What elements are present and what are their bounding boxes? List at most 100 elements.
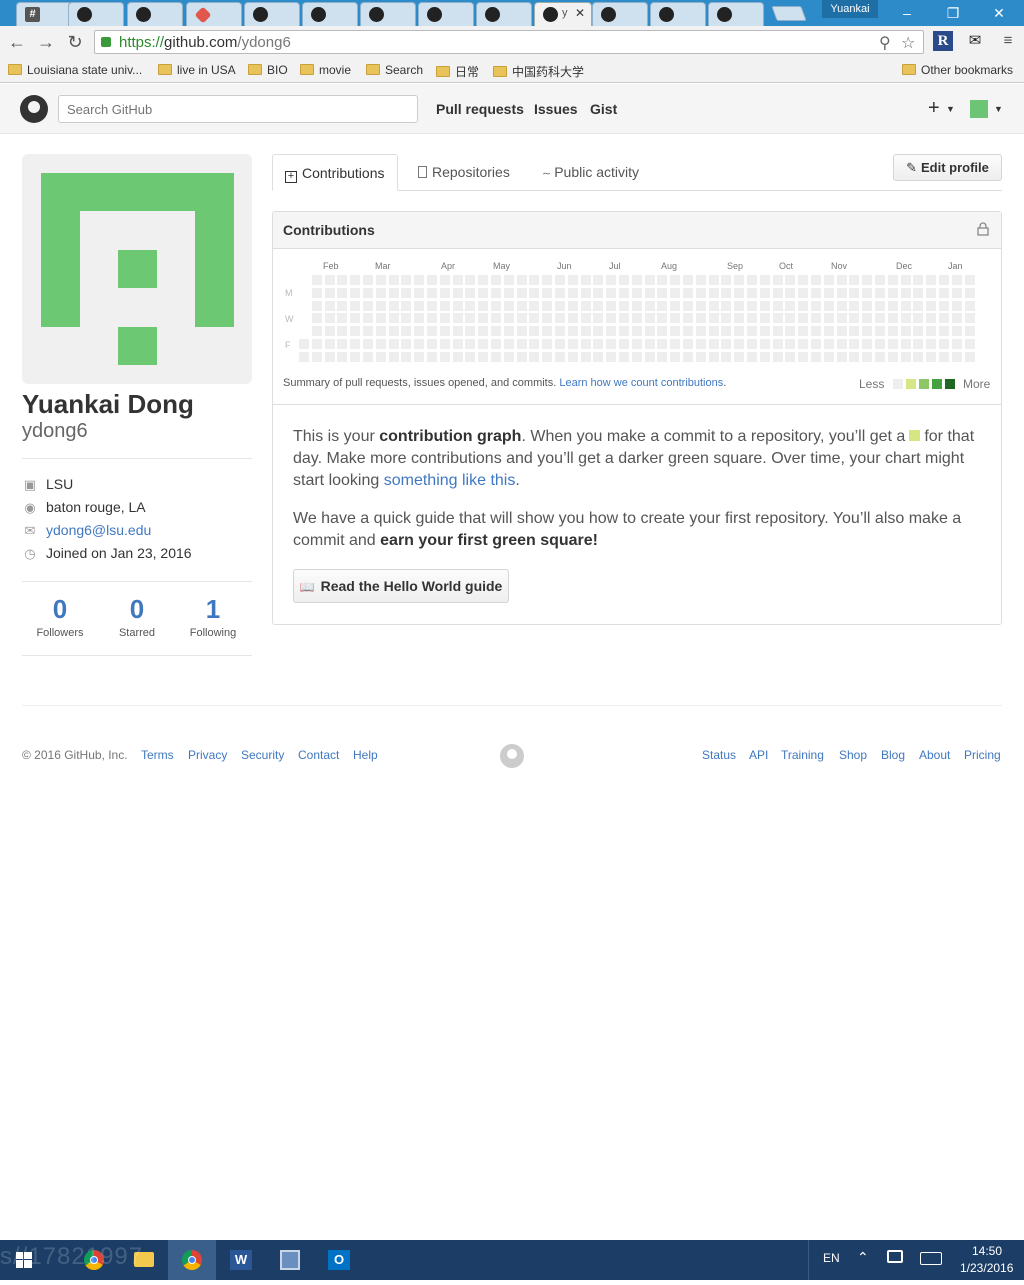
contribution-day-cell[interactable] (452, 300, 463, 311)
contribution-day-cell[interactable] (452, 287, 463, 298)
contribution-day-cell[interactable] (708, 300, 719, 311)
contribution-day-cell[interactable] (683, 275, 693, 285)
contribution-day-cell[interactable] (388, 351, 399, 362)
contribution-day-cell[interactable] (939, 275, 949, 285)
contribution-day-cell[interactable] (721, 313, 732, 324)
browser-tab[interactable] (244, 2, 300, 26)
new-tab-button[interactable] (771, 6, 807, 21)
contribution-day-cell[interactable] (875, 326, 885, 337)
contribution-day-cell[interactable] (427, 351, 437, 362)
contribution-day-cell[interactable] (619, 275, 629, 285)
contribution-day-cell[interactable] (823, 339, 834, 349)
contribution-day-cell[interactable] (964, 275, 975, 285)
contribution-day-cell[interactable] (427, 275, 437, 285)
contribution-day-cell[interactable] (772, 326, 783, 337)
contribution-day-cell[interactable] (593, 287, 604, 298)
contribution-day-cell[interactable] (708, 275, 719, 285)
contribution-day-cell[interactable] (452, 326, 463, 337)
contribution-day-cell[interactable] (516, 275, 527, 285)
contribution-day-cell[interactable] (324, 287, 335, 298)
contribution-day-cell[interactable] (452, 275, 463, 285)
contribution-day-cell[interactable] (311, 313, 322, 324)
contribution-day-cell[interactable] (414, 351, 425, 362)
contribution-day-cell[interactable] (836, 351, 847, 362)
contribution-day-cell[interactable] (427, 326, 437, 337)
contribution-day-cell[interactable] (478, 300, 489, 311)
contribution-day-cell[interactable] (849, 287, 860, 298)
contribution-day-cell[interactable] (670, 287, 681, 298)
contribution-day-cell[interactable] (388, 313, 399, 324)
contribution-day-cell[interactable] (875, 339, 885, 349)
contribution-day-cell[interactable] (593, 313, 604, 324)
contribution-day-cell[interactable] (759, 300, 770, 311)
contribution-day-cell[interactable] (644, 351, 655, 362)
contribution-day-cell[interactable] (644, 326, 655, 337)
contribution-day-cell[interactable] (964, 351, 975, 362)
lock-icon[interactable] (977, 222, 989, 236)
contribution-day-cell[interactable] (939, 326, 949, 337)
contribution-day-cell[interactable] (759, 351, 770, 362)
browser-tab[interactable] (68, 2, 124, 26)
contribution-day-cell[interactable] (670, 275, 681, 285)
contribution-day-cell[interactable] (734, 275, 745, 285)
contribution-day-cell[interactable] (734, 351, 745, 362)
footer-link-terms[interactable]: Terms (141, 748, 174, 762)
contribution-day-cell[interactable] (721, 351, 732, 362)
contribution-day-cell[interactable] (388, 287, 399, 298)
chevron-up-icon[interactable]: ⌃ (857, 1249, 869, 1266)
contribution-day-cell[interactable] (964, 339, 975, 349)
contribution-day-cell[interactable] (708, 287, 719, 298)
hello-world-guide-button[interactable]: 📖 Read the Hello World guide (293, 569, 509, 603)
contribution-day-cell[interactable] (964, 326, 975, 337)
contribution-day-cell[interactable] (427, 300, 437, 311)
contribution-day-cell[interactable] (862, 339, 873, 349)
contribution-day-cell[interactable] (657, 339, 668, 349)
contribution-day-cell[interactable] (951, 339, 962, 349)
contribution-day-cell[interactable] (606, 300, 617, 311)
contribution-day-cell[interactable] (567, 275, 578, 285)
contribution-day-cell[interactable] (887, 275, 898, 285)
contribution-day-cell[interactable] (580, 275, 591, 285)
contribution-day-cell[interactable] (529, 351, 540, 362)
contribution-day-cell[interactable] (670, 351, 681, 362)
contribution-day-cell[interactable] (683, 313, 693, 324)
contribution-day-cell[interactable] (772, 300, 783, 311)
contribution-day-cell[interactable] (350, 313, 361, 324)
browser-tab[interactable] (650, 2, 706, 26)
footer-link-api[interactable]: API (749, 748, 768, 762)
contribution-day-cell[interactable] (401, 275, 412, 285)
contribution-day-cell[interactable] (657, 313, 668, 324)
contribution-day-cell[interactable] (324, 300, 335, 311)
contribution-day-cell[interactable] (414, 313, 425, 324)
contribution-day-cell[interactable] (721, 326, 732, 337)
contribution-day-cell[interactable] (363, 275, 373, 285)
contribution-day-cell[interactable] (683, 351, 693, 362)
contribution-day-cell[interactable] (900, 275, 911, 285)
contribution-day-cell[interactable] (939, 313, 949, 324)
contribution-day-cell[interactable] (542, 313, 553, 324)
chrome-menu-icon[interactable]: ≡ (998, 31, 1018, 51)
contribution-day-cell[interactable] (862, 300, 873, 311)
following-stat[interactable]: 1 Following (178, 594, 248, 639)
contribution-day-cell[interactable] (836, 326, 847, 337)
contribution-day-cell[interactable] (388, 300, 399, 311)
contribution-day-cell[interactable] (708, 313, 719, 324)
contribution-day-cell[interactable] (427, 339, 437, 349)
contribution-day-cell[interactable] (580, 287, 591, 298)
contribution-day-cell[interactable] (644, 339, 655, 349)
contribution-day-cell[interactable] (555, 313, 565, 324)
contribution-day-cell[interactable] (311, 300, 322, 311)
contribution-day-cell[interactable] (708, 351, 719, 362)
footer-link-shop[interactable]: Shop (839, 748, 867, 762)
contribution-day-cell[interactable] (363, 300, 373, 311)
contribution-day-cell[interactable] (721, 287, 732, 298)
browser-tab[interactable] (708, 2, 764, 26)
contribution-day-cell[interactable] (939, 351, 949, 362)
contribution-day-cell[interactable] (798, 339, 809, 349)
contribution-day-cell[interactable] (516, 300, 527, 311)
contribution-day-cell[interactable] (465, 300, 476, 311)
contribution-day-cell[interactable] (401, 287, 412, 298)
contribution-day-cell[interactable] (619, 326, 629, 337)
contribution-day-cell[interactable] (516, 339, 527, 349)
contribution-day-cell[interactable] (695, 326, 706, 337)
